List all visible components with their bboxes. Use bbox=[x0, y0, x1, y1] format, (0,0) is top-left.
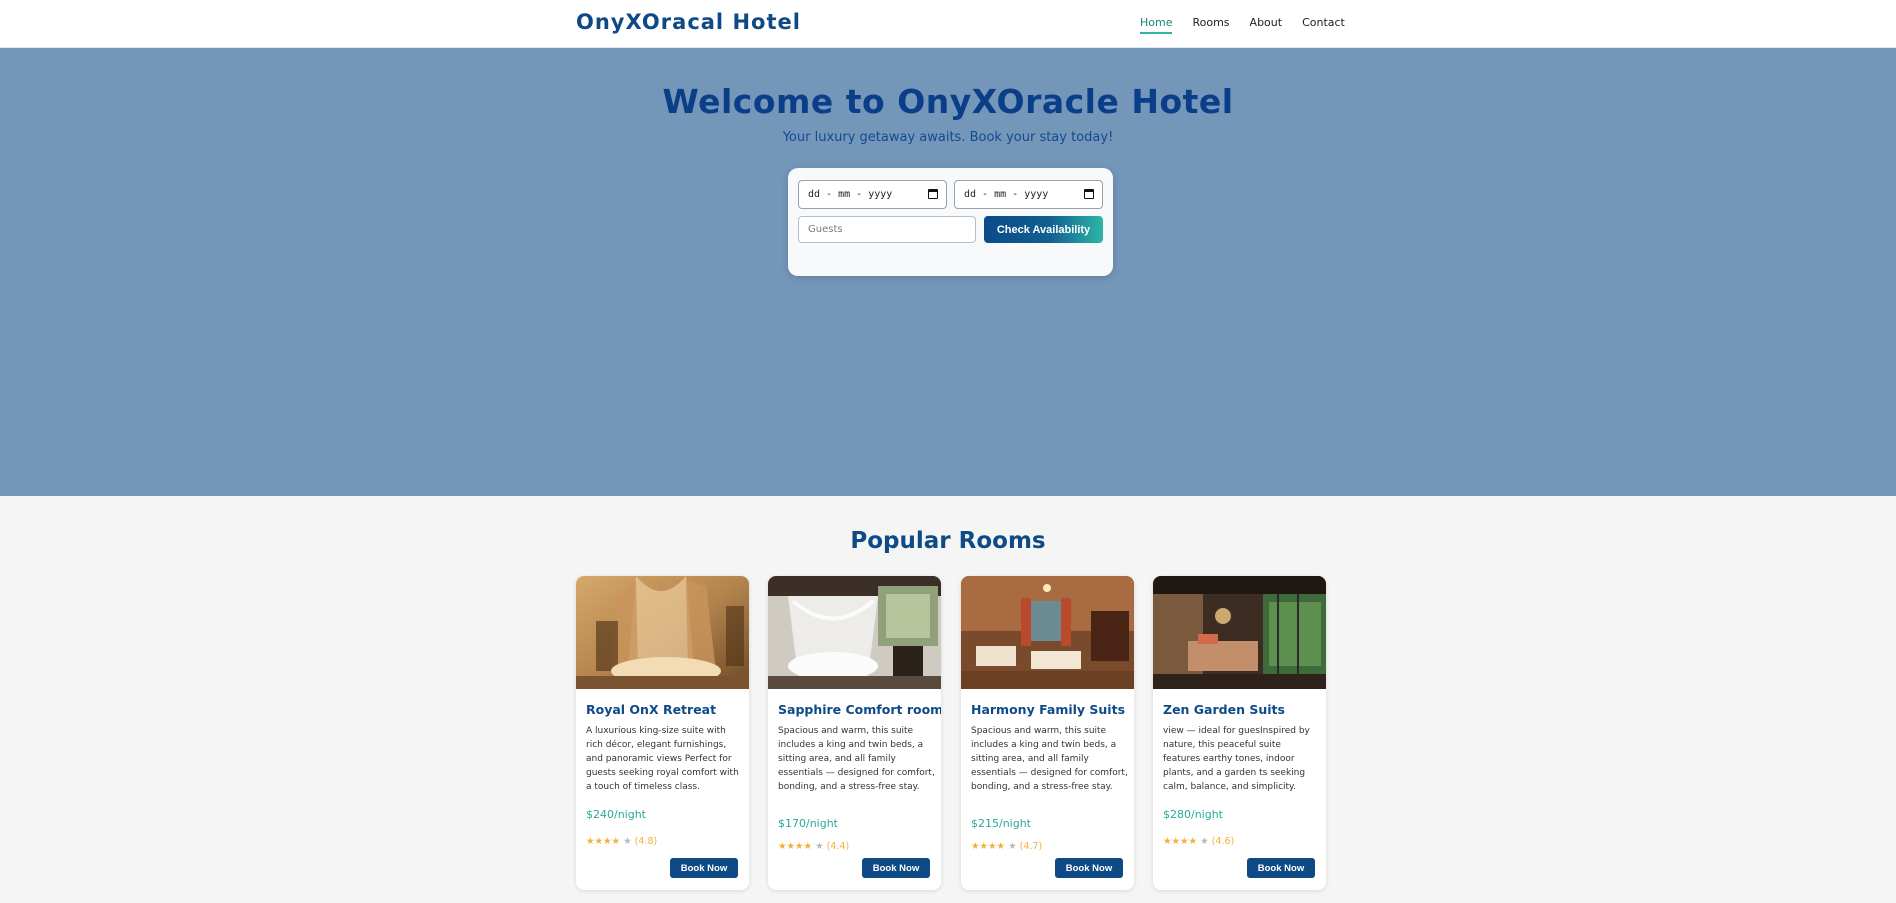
room-photo-zen bbox=[1153, 576, 1326, 689]
room-card: Zen Garden Suits view — ideal for guesIn… bbox=[1153, 576, 1326, 890]
room-price: $215/night bbox=[971, 817, 1031, 830]
room-name: Harmony Family Suits bbox=[971, 702, 1126, 717]
checkin-date-input[interactable]: dd - mm - yyyy bbox=[798, 180, 947, 209]
room-photo-harmony bbox=[961, 576, 1134, 689]
booking-form: dd - mm - yyyy dd - mm - yyyy Check Avai… bbox=[788, 168, 1113, 276]
star-rating-icon: ★★★★ bbox=[971, 841, 1006, 852]
calendar-icon[interactable] bbox=[1084, 189, 1094, 199]
room-name: Royal OnX Retreat bbox=[586, 702, 717, 717]
nav-links: Home Rooms About Contact bbox=[1140, 16, 1365, 34]
book-now-button[interactable]: Book Now bbox=[1055, 858, 1123, 878]
hero-title: Welcome to OnyXOracle Hotel bbox=[662, 82, 1234, 121]
room-description: view — ideal for guesInspired by nature,… bbox=[1163, 726, 1310, 792]
rating-value: (4.7) bbox=[1019, 841, 1043, 852]
hero-subtitle: Your luxury getaway awaits. Book your st… bbox=[782, 130, 1114, 145]
room-description: Spacious and warm, this suite includes a… bbox=[778, 726, 935, 792]
check-availability-button[interactable]: Check Availability bbox=[984, 216, 1103, 243]
checkout-date-input[interactable]: dd - mm - yyyy bbox=[954, 180, 1103, 209]
room-description: A luxurious king-size suite with rich dé… bbox=[586, 726, 739, 792]
star-empty-icon: ★ bbox=[1008, 841, 1017, 852]
room-price: $240/night bbox=[586, 808, 646, 821]
room-name: Zen Garden Suits bbox=[1163, 702, 1285, 717]
star-empty-icon: ★ bbox=[815, 841, 824, 852]
star-rating-icon: ★★★★ bbox=[778, 841, 813, 852]
room-rating: ★★★★ ★ (4.8) bbox=[586, 836, 657, 847]
star-empty-icon: ★ bbox=[623, 836, 632, 847]
guests-input[interactable] bbox=[798, 216, 976, 243]
rating-value: (4.4) bbox=[826, 841, 850, 852]
book-now-button[interactable]: Book Now bbox=[670, 858, 738, 878]
checkin-date-placeholder: dd - mm - yyyy bbox=[808, 189, 893, 200]
room-card: Royal OnX Retreat A luxurious king-size … bbox=[576, 576, 749, 890]
star-empty-icon: ★ bbox=[1200, 836, 1209, 847]
room-card: Harmony Family Suits Spacious and warm, … bbox=[961, 576, 1134, 890]
nav-contact-link[interactable]: Contact bbox=[1302, 16, 1345, 34]
nav-rooms-link[interactable]: Rooms bbox=[1192, 16, 1229, 34]
book-now-button[interactable]: Book Now bbox=[1247, 858, 1315, 878]
book-now-button[interactable]: Book Now bbox=[862, 858, 930, 878]
calendar-icon[interactable] bbox=[928, 189, 938, 199]
star-rating-icon: ★★★★ bbox=[1163, 836, 1198, 847]
rating-value: (4.6) bbox=[1211, 836, 1235, 847]
popular-rooms-title: Popular Rooms bbox=[850, 528, 1046, 554]
checkout-date-placeholder: dd - mm - yyyy bbox=[964, 189, 1049, 200]
rating-value: (4.8) bbox=[634, 836, 658, 847]
nav-about-link[interactable]: About bbox=[1250, 16, 1283, 34]
top-navbar: OnyXOracal Hotel Home Rooms About Contac… bbox=[0, 0, 1896, 48]
room-card: Sapphire Comfort room Spacious and warm,… bbox=[768, 576, 941, 890]
room-description: Spacious and warm, this suite includes a… bbox=[971, 726, 1128, 792]
room-photo-sapphire bbox=[768, 576, 941, 689]
room-name: Sapphire Comfort room bbox=[778, 702, 941, 717]
room-rating: ★★★★ ★ (4.7) bbox=[971, 841, 1042, 852]
room-price: $280/night bbox=[1163, 808, 1223, 821]
star-rating-icon: ★★★★ bbox=[586, 836, 621, 847]
room-photo-royal bbox=[576, 576, 749, 689]
brand-logo-text[interactable]: OnyXOracal Hotel bbox=[576, 10, 801, 34]
nav-home-link[interactable]: Home bbox=[1140, 16, 1173, 34]
room-price: $170/night bbox=[778, 817, 838, 830]
room-rating: ★★★★ ★ (4.6) bbox=[1163, 836, 1234, 847]
hero-section: Welcome to OnyXOracle Hotel Your luxury … bbox=[0, 48, 1896, 496]
room-rating: ★★★★ ★ (4.4) bbox=[778, 841, 849, 852]
